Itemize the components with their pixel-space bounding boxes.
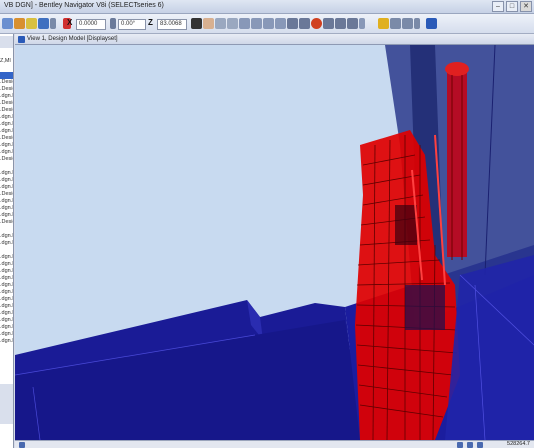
- zoom-out-icon[interactable]: [227, 18, 238, 29]
- view-title: View 1, Design Model [Displayset]: [27, 36, 118, 42]
- tree-item[interactable]: .dgn.D: [0, 177, 13, 184]
- zoom-icon[interactable]: [215, 18, 226, 29]
- tree-item[interactable]: .dgn.D: [0, 296, 13, 303]
- status-bar: 528264.7: [15, 440, 534, 448]
- tree-item[interactable]: .dgn.D: [0, 331, 13, 338]
- highlight-icon[interactable]: [378, 18, 389, 29]
- z-field[interactable]: 83.0068: [157, 19, 187, 30]
- markup-icon[interactable]: [347, 18, 358, 29]
- angle-icon[interactable]: [110, 18, 116, 29]
- fit-view-icon[interactable]: [239, 18, 250, 29]
- measure-icon[interactable]: [335, 18, 346, 29]
- view-toggle-icon[interactable]: [477, 442, 483, 448]
- tree-item[interactable]: .dgn.D: [0, 93, 13, 100]
- status-icon: [19, 442, 25, 448]
- more-dropdown-icon[interactable]: [414, 18, 420, 29]
- pencil-icon[interactable]: [14, 18, 25, 29]
- tree-item[interactable]: .dgn.D: [0, 275, 13, 282]
- pan-hand-icon[interactable]: [203, 18, 214, 29]
- tree-item[interactable]: .dgn.D: [0, 128, 13, 135]
- tree-item[interactable]: .dgn.D: [0, 240, 13, 247]
- minimize-button[interactable]: –: [492, 1, 504, 12]
- view-title-bar: View 1, Design Model [Displayset]: [15, 34, 534, 45]
- tree-item[interactable]: .Desig: [0, 107, 13, 114]
- dropdown-icon[interactable]: [50, 18, 56, 29]
- tree-item[interactable]: .Desig: [0, 100, 13, 107]
- tree-item[interactable]: .dgn.D: [0, 205, 13, 212]
- tree-item[interactable]: .dgn.D: [0, 198, 13, 205]
- help-icon[interactable]: [426, 18, 437, 29]
- model-scene: [15, 45, 534, 440]
- framework-opening: [395, 205, 417, 245]
- x-label: X: [67, 18, 73, 27]
- red-pipe: [447, 67, 467, 257]
- tree-item[interactable]: .dgn.D: [0, 212, 13, 219]
- tree-item-selected[interactable]: [0, 72, 13, 79]
- view-window: View 1, Design Model [Displayset] 528264…: [15, 34, 534, 448]
- tree-item[interactable]: .Desig: [0, 86, 13, 93]
- element-tree-panel: Z,Ml .Desig .Desig .dgn.D .Desig .Desig …: [0, 34, 14, 448]
- folder-icon[interactable]: [26, 18, 37, 29]
- y-field[interactable]: 0.00°: [118, 19, 146, 30]
- tree-item[interactable]: .dgn.D: [0, 233, 13, 240]
- camera-icon[interactable]: [287, 18, 298, 29]
- tree-item[interactable]: .dgn.D: [0, 317, 13, 324]
- window-area-icon[interactable]: [251, 18, 262, 29]
- tree-item[interactable]: .dgn.D: [0, 303, 13, 310]
- z-label: Z: [148, 18, 153, 27]
- tree-item[interactable]: .Desig: [0, 156, 13, 163]
- tree-item[interactable]: .dgn.D: [0, 114, 13, 121]
- tree-item[interactable]: .dgn.D: [0, 254, 13, 261]
- select-icon[interactable]: [191, 18, 202, 29]
- tree-item[interactable]: .dgn.D: [0, 310, 13, 317]
- tree-item[interactable]: .dgn.D: [0, 289, 13, 296]
- toolbar-dropdown-icon[interactable]: [359, 18, 365, 29]
- settings-icon[interactable]: [402, 18, 413, 29]
- tree-item[interactable]: .dgn.D: [0, 268, 13, 275]
- rotate-icon[interactable]: [263, 18, 274, 29]
- tree-item[interactable]: .dgn.D: [0, 149, 13, 156]
- pipe-cap: [445, 62, 469, 76]
- tree-item[interactable]: .dgn.D: [0, 142, 13, 149]
- panel-footer: [0, 384, 13, 424]
- tree-item[interactable]: Z,Ml: [0, 58, 13, 65]
- tree-item[interactable]: .Desig: [0, 135, 13, 142]
- view-icon: [18, 36, 25, 43]
- window-controls: – □ ✕: [492, 1, 532, 12]
- render-icon[interactable]: [311, 18, 322, 29]
- close-button[interactable]: ✕: [520, 1, 532, 12]
- display-style-icon[interactable]: [323, 18, 334, 29]
- tree-item[interactable]: .Desig: [0, 79, 13, 86]
- tree-item[interactable]: .dgn.D: [0, 170, 13, 177]
- maximize-button[interactable]: □: [506, 1, 518, 12]
- clip-icon[interactable]: [299, 18, 310, 29]
- title-bar: VB DGN] - Bentley Navigator V8i (SELECTs…: [0, 0, 534, 14]
- 3d-viewport[interactable]: [15, 45, 534, 440]
- tree-item[interactable]: .dgn.D: [0, 121, 13, 128]
- coordinate-readout: 528264.7: [507, 441, 530, 447]
- tree-item[interactable]: .dgn.D: [0, 282, 13, 289]
- main-toolbar: X 0.0000 0.00° Z 83.0068: [0, 14, 534, 34]
- tree-item[interactable]: .dgn.D: [0, 338, 13, 345]
- x-field[interactable]: 0.0000: [76, 19, 106, 30]
- framework-opening: [405, 285, 445, 330]
- tree-item[interactable]: .Desig: [0, 219, 13, 226]
- tree-item[interactable]: .Desig: [0, 191, 13, 198]
- tree-item[interactable]: .dgn.D: [0, 324, 13, 331]
- panel-header: [0, 36, 13, 48]
- window-title: VB DGN] - Bentley Navigator V8i (SELECTs…: [4, 2, 164, 9]
- view-toggle-icon[interactable]: [467, 442, 473, 448]
- tree-item[interactable]: .dgn.D: [0, 261, 13, 268]
- view-icon[interactable]: [2, 18, 13, 29]
- properties-icon[interactable]: [390, 18, 401, 29]
- tree-item[interactable]: .dgn.D: [0, 184, 13, 191]
- walk-icon[interactable]: [275, 18, 286, 29]
- save-icon[interactable]: [38, 18, 49, 29]
- view-toggle-icon[interactable]: [457, 442, 463, 448]
